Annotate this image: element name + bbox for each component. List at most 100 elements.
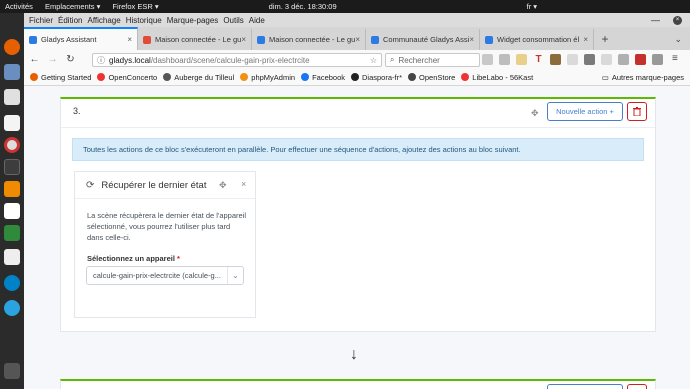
bookmark-openconcerto[interactable]: OpenConcerto (97, 73, 157, 82)
tab-label: Communauté Gladys Assi (383, 35, 470, 44)
tab-gladys-assistant[interactable]: Gladys Assistant × (24, 27, 138, 50)
vlc-icon[interactable] (4, 181, 20, 197)
bookmark-openstore[interactable]: OpenStore (408, 73, 455, 82)
bookmark-label: Autres marque-pages (611, 72, 684, 82)
delete-block-button[interactable] (627, 384, 647, 389)
search-icon: ⌕ (390, 55, 395, 64)
menu-fichier[interactable]: Fichier (29, 16, 53, 25)
minimize-icon[interactable]: — (651, 15, 660, 25)
bookmark-auberge-du-tilleul[interactable]: Auberge du Tilleul (163, 73, 234, 82)
libelabo-icon (461, 73, 470, 81)
tab-maison-connectee-2[interactable]: Maison connectée - Le gu × (252, 29, 366, 50)
firefox-icon[interactable] (4, 39, 20, 55)
trash-icon (633, 107, 641, 116)
new-action-button[interactable]: Nouvelle action + (547, 102, 623, 121)
url-path: /dashboard/scene/calcule-gain-prix-elect… (150, 55, 310, 65)
bookmark-label: phpMyAdmin (251, 72, 296, 82)
device-select-value: calcule-gain-prix-electrcite (calcule-g.… (93, 271, 221, 280)
writer-icon[interactable] (4, 203, 20, 219)
bookmark-diaspora[interactable]: Diaspora-fr* (351, 73, 402, 82)
close-window-icon[interactable]: × (673, 15, 682, 25)
help-icon[interactable] (4, 137, 20, 153)
list-tabs-icon[interactable]: ⌄ (674, 34, 682, 45)
extension-icon[interactable] (652, 54, 663, 65)
menu-edition[interactable]: Édition (58, 16, 82, 25)
required-mark: * (177, 254, 180, 263)
menu-aide[interactable]: Aide (249, 16, 265, 25)
software-icon[interactable] (4, 64, 20, 80)
close-tab-icon[interactable]: × (127, 35, 132, 44)
diaspora-icon (351, 73, 359, 81)
bookmark-facebook[interactable]: Facebook (301, 73, 345, 82)
apps-grid-icon[interactable] (4, 363, 20, 379)
places-menu[interactable]: Emplacements ▾ (45, 2, 100, 11)
bookmark-label: OpenConcerto (108, 72, 158, 82)
app-menu[interactable]: Firefox ESR ▾ (112, 2, 158, 11)
language-indicator[interactable]: fr ▾ (527, 2, 537, 11)
telegram-icon[interactable] (4, 300, 20, 316)
close-tab-icon[interactable]: × (241, 35, 246, 44)
search-placeholder: Rechercher (398, 55, 440, 65)
move-handle-icon[interactable]: ✥ (219, 180, 227, 191)
close-icon[interactable]: × (241, 179, 246, 189)
label-text: Sélectionnez un appareil (87, 254, 175, 263)
bookmark-getting-started[interactable]: Getting Started (30, 73, 91, 82)
calc-icon[interactable] (4, 225, 20, 241)
bookmark-label: Facebook (312, 72, 345, 82)
tab-communaute-gladys[interactable]: Communauté Gladys Assi × (366, 29, 480, 50)
calculator-icon[interactable] (4, 249, 20, 265)
search-bar[interactable]: ⌕ Rechercher (385, 53, 480, 67)
site-favicon-icon (371, 35, 379, 44)
close-tab-icon[interactable]: × (355, 35, 360, 44)
extension-icon[interactable] (601, 54, 612, 65)
extension-icon[interactable] (584, 54, 595, 65)
hamburger-menu-icon[interactable]: ≡ (672, 53, 678, 64)
phpmyadmin-icon (240, 73, 249, 81)
extension-icon[interactable] (516, 54, 527, 65)
menu-marque-pages[interactable]: Marque-pages (167, 16, 219, 25)
tab-maison-connectee-1[interactable]: Maison connectée - Le gu × (138, 29, 252, 50)
close-tab-icon[interactable]: × (583, 35, 588, 44)
page-info-icon[interactable]: ⓘ (97, 55, 105, 66)
sidebar-icon[interactable] (499, 54, 510, 65)
back-icon[interactable]: ← (27, 54, 42, 65)
library-icon[interactable] (482, 54, 493, 65)
extension-icon[interactable] (635, 54, 646, 65)
menu-outils[interactable]: Outils (223, 16, 243, 25)
device-select[interactable]: calcule-gain-prix-electrcite (calcule-g.… (86, 266, 244, 285)
forward-icon[interactable]: → (45, 54, 60, 65)
activities-button[interactable]: Activités (5, 2, 33, 11)
divider (61, 127, 655, 128)
firefox-icon (30, 73, 38, 81)
navigation-bar: ← → ↻ ⓘ gladys.local/dashboard/scene/cal… (24, 50, 690, 69)
translate-icon[interactable]: T (533, 54, 544, 65)
files-icon[interactable] (4, 115, 20, 131)
clock[interactable]: dim. 3 déc. 18:30:09 (269, 2, 337, 11)
url-bar[interactable]: ⓘ gladys.local/dashboard/scene/calcule-g… (92, 53, 382, 67)
camera-icon[interactable] (4, 89, 20, 105)
bookmark-star-icon[interactable]: ☆ (370, 56, 377, 65)
new-action-button[interactable] (547, 384, 623, 389)
move-handle-icon[interactable]: ✥ (531, 108, 539, 119)
terminal-icon[interactable] (4, 159, 20, 175)
new-tab-button[interactable]: + (594, 29, 616, 50)
tab-widget-consommation[interactable]: Widget consommation él × (480, 29, 594, 50)
bookmark-label: Auberge du Tilleul (174, 72, 235, 82)
nextcloud-icon[interactable] (4, 275, 20, 291)
tab-bar: Gladys Assistant × Maison connectée - Le… (24, 27, 690, 50)
bookmark-phpmyadmin[interactable]: phpMyAdmin (240, 73, 295, 82)
extension-icon[interactable] (550, 54, 561, 65)
extension-icon[interactable] (567, 54, 578, 65)
bookmark-libelabo[interactable]: LibeLabo - 56Kast (461, 73, 533, 82)
extension-icon[interactable] (618, 54, 629, 65)
delete-block-button[interactable] (627, 102, 647, 121)
menu-historique[interactable]: Historique (126, 16, 162, 25)
chevron-down-icon: ⌄ (227, 267, 243, 284)
tab-label: Widget consommation él (497, 35, 580, 44)
bookmark-other-folder[interactable]: ▭ Autres marque-pages (602, 73, 684, 82)
close-tab-icon[interactable]: × (469, 35, 474, 44)
bookmark-label: OpenStore (419, 72, 456, 82)
site-favicon-icon (485, 35, 493, 44)
reload-icon[interactable]: ↻ (63, 54, 78, 65)
menu-affichage[interactable]: Affichage (87, 16, 120, 25)
